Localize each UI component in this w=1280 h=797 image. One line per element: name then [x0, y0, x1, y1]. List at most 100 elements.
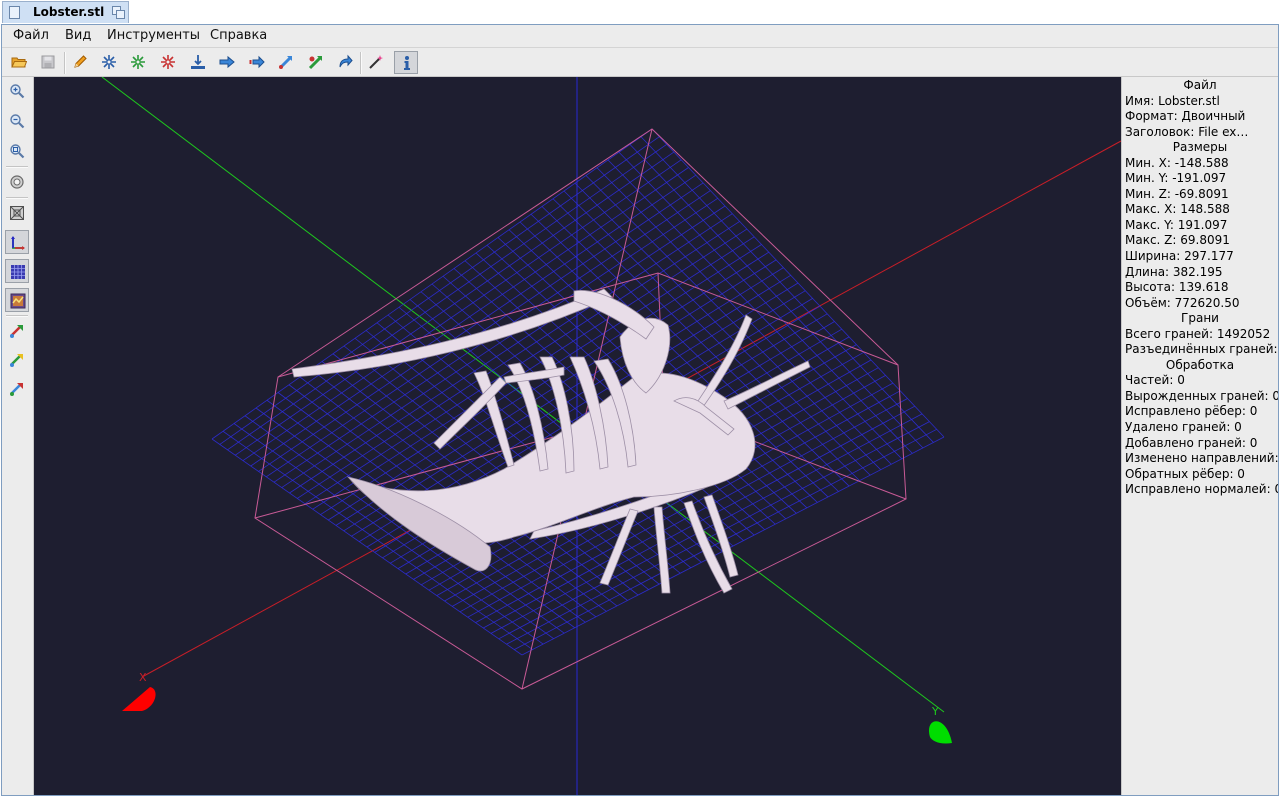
- info-volume: Объём: 772620.50: [1125, 295, 1240, 310]
- float-window-icon[interactable]: [112, 6, 125, 19]
- main-toolbar: [2, 47, 1278, 77]
- 3d-viewport[interactable]: X Y: [34, 77, 1121, 795]
- info-total-faces: Всего граней: 1492052: [1125, 326, 1271, 341]
- info-max-z: Макс. Z: 69.8091: [1125, 233, 1230, 248]
- info-faces-heading: Грани: [1181, 311, 1219, 326]
- save-button[interactable]: [36, 51, 60, 74]
- toolbar-separator: [6, 197, 28, 199]
- zoom-fit-button[interactable]: [5, 139, 29, 163]
- main-window: Файл Вид Инструменты Справка X Y Файл Им…: [1, 24, 1279, 796]
- fix-button[interactable]: [304, 51, 328, 74]
- build-plate-grid: [211, 128, 945, 656]
- y-axis-label: Y: [931, 705, 939, 718]
- zoom-fit-icon: [10, 144, 25, 159]
- open-button[interactable]: [7, 51, 31, 74]
- mirror-button[interactable]: [156, 51, 180, 74]
- zoom-in-button[interactable]: [5, 79, 29, 103]
- menu-tools[interactable]: Инструменты: [107, 28, 200, 43]
- zoom-out-button[interactable]: [5, 109, 29, 133]
- align-button[interactable]: [186, 51, 210, 74]
- info-max-y: Макс. Y: 191.097: [1125, 217, 1228, 232]
- grid-icon: [11, 265, 25, 279]
- surface-icon: [10, 293, 26, 309]
- info-backwards-edges: Обратных рёбер: 0: [1125, 466, 1245, 481]
- toolbar-separator: [6, 315, 28, 317]
- wireframe-icon: [10, 206, 24, 220]
- document-icon: [9, 6, 20, 19]
- open-icon: [11, 57, 27, 68]
- redo-button[interactable]: [333, 51, 357, 74]
- info-max-x: Макс. X: 148.588: [1125, 202, 1230, 217]
- lobster-model: [291, 288, 811, 594]
- info-directions-changed: Изменено направлений: 0: [1125, 451, 1278, 466]
- x-axis-label: X: [139, 671, 147, 684]
- axes-button[interactable]: [5, 230, 29, 254]
- view-side-button[interactable]: [5, 348, 29, 372]
- move-icon: [249, 55, 265, 69]
- view-toolbar: [2, 77, 34, 795]
- info-format: Формат: Двоичный: [1125, 109, 1246, 124]
- info-min-y: Мин. Y: -191.097: [1125, 171, 1227, 186]
- view-front-button[interactable]: [5, 319, 29, 343]
- rotate-axis-button[interactable]: [274, 51, 298, 74]
- info-min-x: Мин. X: -148.588: [1125, 155, 1229, 170]
- rotate-axis-icon: [278, 56, 292, 70]
- info-parts: Частей: 0: [1125, 373, 1185, 388]
- info-faces-removed: Удалено граней: 0: [1125, 420, 1242, 435]
- reset-view-button[interactable]: [5, 170, 29, 194]
- toolbar-separator: [360, 52, 362, 74]
- grid-button[interactable]: [5, 259, 29, 283]
- view-top-icon: [10, 383, 23, 396]
- rotate-button[interactable]: [126, 51, 150, 74]
- toolbar-separator: [64, 52, 66, 74]
- view-top-button[interactable]: [5, 377, 29, 401]
- edit-icon: [74, 55, 87, 68]
- scene-canvas: X Y: [101, 77, 1121, 795]
- move-button[interactable]: [245, 51, 269, 74]
- redo-icon: [339, 54, 353, 68]
- translate-icon: [219, 55, 235, 69]
- menu-help[interactable]: Справка: [210, 28, 267, 43]
- document-tab[interactable]: Lobster.stl: [2, 1, 129, 23]
- scale-button[interactable]: [97, 51, 121, 74]
- rotate-icon: [131, 55, 145, 69]
- info-length: Длина: 382.195: [1125, 264, 1223, 279]
- info-dims-heading: Размеры: [1172, 140, 1228, 155]
- surface-button[interactable]: [5, 288, 29, 312]
- reset-view-icon: [10, 175, 24, 189]
- toolbar-separator: [6, 166, 28, 168]
- info-normals-fixed: Исправлено нормалей: 0: [1125, 482, 1278, 497]
- align-icon: [191, 55, 205, 69]
- edit-button[interactable]: [68, 51, 92, 74]
- info-min-z: Мин. Z: -69.8091: [1125, 186, 1229, 201]
- model-info-panel: Файл Имя: Lobster.stl Формат: Двоичный З…: [1121, 77, 1278, 795]
- scale-icon: [102, 55, 116, 69]
- mirror-icon: [161, 55, 175, 69]
- magic-wand-icon: [369, 55, 383, 69]
- magic-wand-button[interactable]: [364, 51, 388, 74]
- info-disconnected-faces: Разъединённых граней: 0: [1125, 342, 1278, 357]
- menu-view[interactable]: Вид: [65, 28, 91, 43]
- info-height: Высота: 139.618: [1125, 280, 1229, 295]
- view-side-icon: [10, 354, 23, 367]
- menu-file[interactable]: Файл: [13, 28, 49, 43]
- zoom-in-icon: [10, 84, 25, 99]
- info-file-heading: Файл: [1183, 78, 1217, 92]
- document-tab-title: Lobster.stl: [33, 5, 105, 19]
- menubar: Файл Вид Инструменты Справка: [2, 25, 1278, 47]
- axes-icon: [11, 236, 25, 250]
- info-edges-fixed: Исправлено рёбер: 0: [1125, 404, 1258, 419]
- wireframe-button[interactable]: [5, 201, 29, 225]
- fix-icon: [308, 56, 322, 70]
- info-button[interactable]: [394, 51, 418, 74]
- y-axis-marker: Y: [928, 705, 952, 744]
- view-front-icon: [10, 325, 23, 338]
- save-icon: [41, 55, 55, 69]
- y-axis-arrow-icon: [928, 721, 952, 744]
- x-axis-marker: X: [122, 671, 156, 711]
- info-degenerate-faces: Вырожденных граней: 0: [1125, 388, 1278, 403]
- translate-button[interactable]: [215, 51, 239, 74]
- info-faces-added: Добавлено граней: 0: [1125, 435, 1258, 450]
- x-axis-arrow-icon: [122, 687, 156, 711]
- info-width: Ширина: 297.177: [1125, 249, 1234, 264]
